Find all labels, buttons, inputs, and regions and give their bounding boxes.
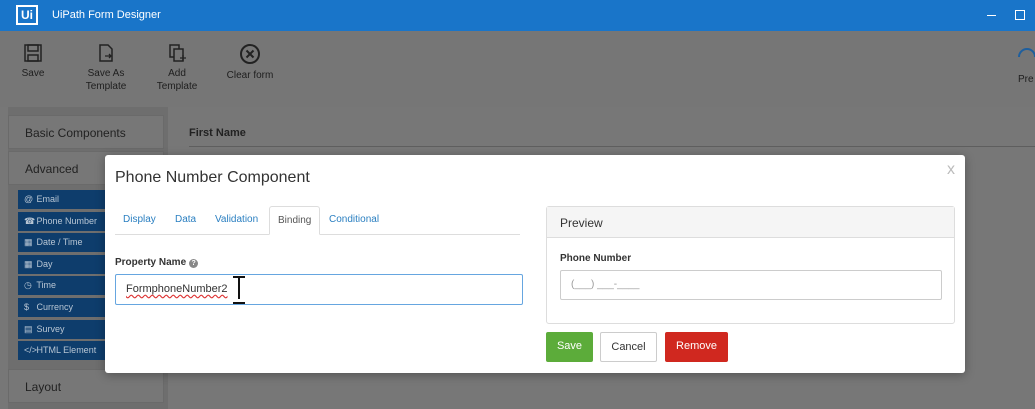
component-label: Survey (36, 323, 65, 334)
toolbar: Save Save As Template Add Template Clear… (0, 31, 1035, 107)
phone-number-component-dialog: Phone Number Component x Display Data Va… (105, 155, 965, 373)
maximize-icon[interactable] (1012, 6, 1030, 24)
save-as-template-icon (99, 44, 113, 62)
first-name-label: First Name (189, 127, 246, 139)
preview-title: Preview (547, 207, 954, 238)
advanced-component-list: @ Email ☎ Phone Number ▦ Date / Time ▦ Day ◷… (18, 190, 106, 363)
tab-display[interactable]: Display (123, 206, 156, 235)
property-name-label-text: Property Name (115, 257, 187, 268)
first-name-field (189, 146, 1035, 147)
component-label: Date / Time (36, 237, 83, 248)
component-label: Phone Number (36, 215, 98, 226)
add-template-icon (169, 44, 186, 62)
component-icon: ☎ (24, 215, 36, 226)
component-item[interactable]: </> HTML Element (18, 341, 106, 361)
clear-form-icon (240, 44, 260, 64)
save-toolbar-label: Save (21, 68, 45, 79)
component-item[interactable]: ▤ Survey (18, 319, 106, 339)
cancel-button[interactable]: Cancel (600, 332, 657, 362)
property-name-value: FormphoneNumber2 (126, 283, 228, 295)
component-icon: @ (24, 194, 34, 204)
tab-binding[interactable]: Binding (269, 206, 321, 235)
dialog-title: Phone Number Component (115, 169, 310, 186)
add-template-label-2: Template (156, 81, 198, 92)
save-icon (24, 44, 42, 62)
phone-number-preview-label: Phone Number (560, 253, 632, 264)
remove-button[interactable]: Remove (665, 332, 728, 362)
component-icon: </> (24, 345, 38, 356)
basic-components-header[interactable]: Basic Components (8, 115, 164, 149)
component-label: Day (36, 258, 53, 269)
property-name-label: Property Name? (115, 257, 199, 268)
component-icon: ▦ (24, 237, 33, 248)
close-icon[interactable]: x (947, 161, 955, 179)
save-button[interactable]: Save (546, 332, 593, 362)
component-label: HTML Element (36, 345, 97, 356)
component-item[interactable]: ▦ Day (18, 254, 106, 274)
minimize-icon[interactable] (984, 6, 1002, 24)
component-item[interactable]: ▦ Date / Time (18, 233, 106, 253)
component-icon: $ (24, 301, 30, 312)
layout-header[interactable]: Layout (8, 369, 164, 403)
component-item[interactable]: $ Currency (18, 297, 106, 317)
save-as-template-label-2: Template (85, 81, 127, 92)
clear-form-label: Clear form (226, 70, 274, 81)
component-item[interactable]: ☎ Phone Number (18, 211, 106, 231)
clear-form-button[interactable]: Clear form (224, 31, 276, 82)
text-cursor-icon (233, 275, 245, 304)
tab-data[interactable]: Data (175, 206, 196, 235)
component-label: Time (36, 280, 57, 291)
title-bar: Ui UiPath Form Designer (0, 0, 1035, 31)
component-label: Email (36, 194, 60, 204)
save-as-template-button[interactable]: Save As Template (78, 31, 134, 93)
component-icon: ◷ (24, 280, 32, 291)
save-as-template-label-1: Save As (87, 68, 125, 79)
preview-panel: Preview Phone Number (___) ___-____ (546, 206, 955, 324)
component-item[interactable]: @ Email (18, 190, 106, 209)
component-item[interactable]: ◷ Time (18, 276, 106, 296)
component-icon: ▦ (24, 258, 33, 269)
component-label: Currency (36, 301, 74, 312)
phone-number-preview-input[interactable]: (___) ___-____ (560, 270, 942, 300)
component-icon: ▤ (24, 323, 33, 334)
tab-validation[interactable]: Validation (215, 206, 258, 235)
help-icon[interactable]: ? (189, 259, 199, 268)
app-title: UiPath Form Designer (52, 9, 161, 21)
add-template-label-1: Add (168, 68, 186, 79)
preview-toolbar-label[interactable]: Pre (1018, 74, 1034, 85)
save-toolbar-button[interactable]: Save (14, 31, 52, 80)
preview-icon[interactable] (1015, 43, 1035, 63)
settings-tabs: Display Data Validation Binding Conditio… (115, 206, 520, 235)
uipath-logo: Ui (16, 5, 38, 25)
tab-conditional[interactable]: Conditional (329, 206, 379, 235)
property-name-input[interactable]: FormphoneNumber2 (115, 274, 523, 305)
add-template-button[interactable]: Add Template (152, 31, 202, 93)
